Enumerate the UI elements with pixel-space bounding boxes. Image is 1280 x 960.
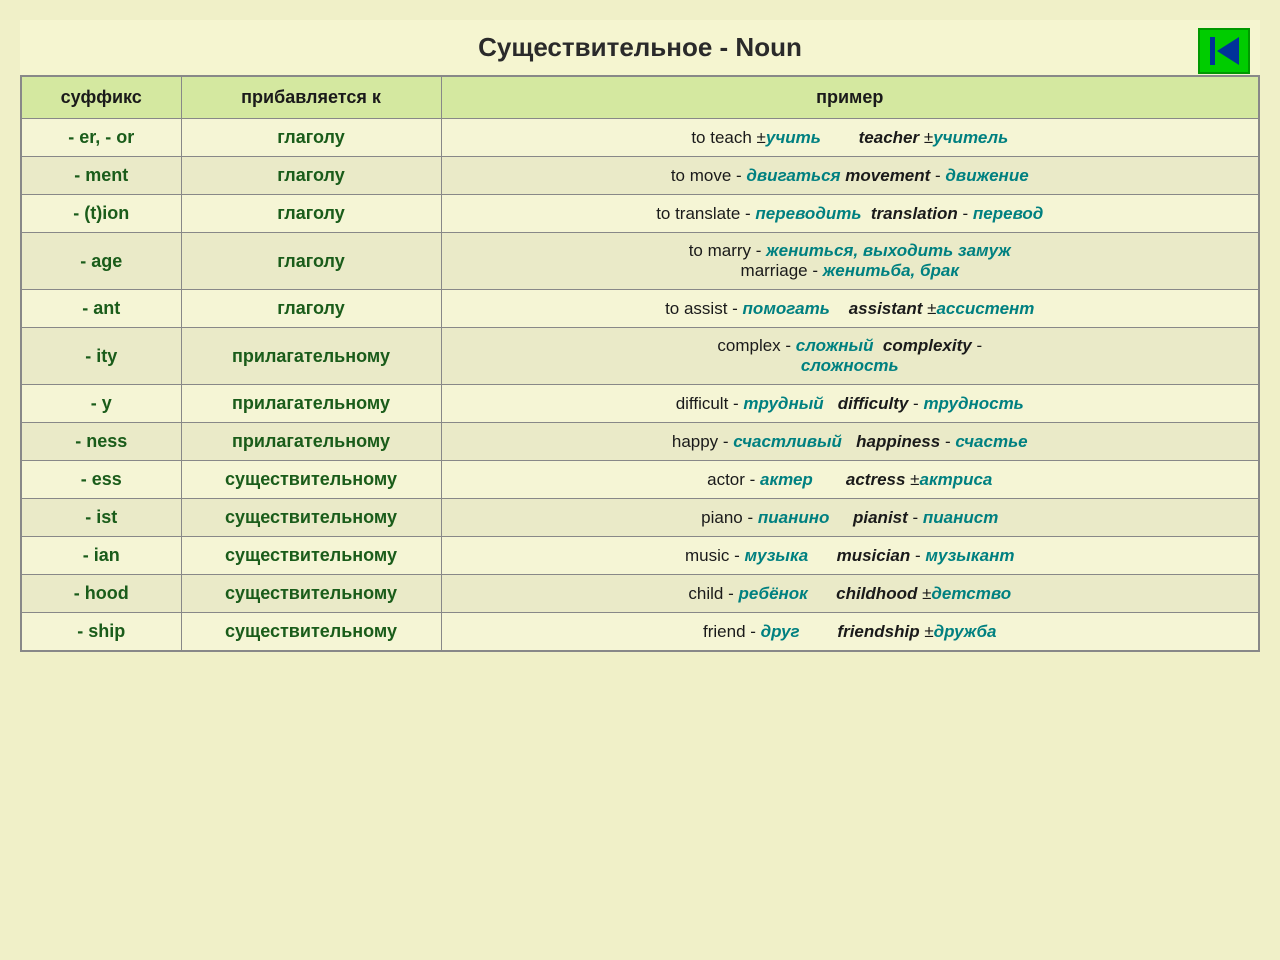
table-row: - ianсуществительномуmusic - музыка musi… [21, 537, 1259, 575]
cell-added-to: глаголу [181, 290, 441, 328]
cell-added-to: глаголу [181, 195, 441, 233]
cell-example: happy - счастливый happiness - счастье [441, 423, 1259, 461]
cell-added-to: глаголу [181, 233, 441, 290]
nav-arrow-icon [1217, 37, 1239, 65]
cell-example: actor - актер actress ±актриса [441, 461, 1259, 499]
page-wrapper: Существительное - Noun суффикс прибавляе… [20, 20, 1260, 652]
cell-example: to assist - помогать assistant ±ассистен… [441, 290, 1259, 328]
table-row: - er, - orглаголуto teach ±учить teacher… [21, 119, 1259, 157]
col-header-example: пример [441, 76, 1259, 119]
cell-suffix: - y [21, 385, 181, 423]
noun-suffixes-table: суффикс прибавляется к пример - er, - or… [20, 75, 1260, 652]
col-header-added-to: прибавляется к [181, 76, 441, 119]
nav-back-button[interactable] [1198, 28, 1250, 74]
cell-suffix: - ant [21, 290, 181, 328]
header: Существительное - Noun [20, 20, 1260, 75]
cell-suffix: - ment [21, 157, 181, 195]
cell-example: to marry - жениться, выходить замужmarri… [441, 233, 1259, 290]
cell-suffix: - (t)ion [21, 195, 181, 233]
cell-suffix: - hood [21, 575, 181, 613]
cell-suffix: - ist [21, 499, 181, 537]
table-header-row: суффикс прибавляется к пример [21, 76, 1259, 119]
cell-suffix: - er, - or [21, 119, 181, 157]
cell-added-to: существительному [181, 613, 441, 652]
cell-suffix: - ship [21, 613, 181, 652]
cell-example: child - ребёнок childhood ±детство [441, 575, 1259, 613]
cell-example: friend - друг friendship ±дружба [441, 613, 1259, 652]
cell-added-to: существительному [181, 537, 441, 575]
nav-bar-icon [1210, 37, 1215, 65]
cell-added-to: глаголу [181, 157, 441, 195]
page-title: Существительное - Noun [478, 32, 802, 63]
cell-added-to: существительному [181, 575, 441, 613]
table-row: - mentглаголуto move - двигаться movemen… [21, 157, 1259, 195]
cell-example: difficult - трудный difficulty - труднос… [441, 385, 1259, 423]
table-row: - (t)ionглаголуto translate - переводить… [21, 195, 1259, 233]
table-row: - shipсуществительномуfriend - друг frie… [21, 613, 1259, 652]
table-row: - istсуществительномуpiano - пианино pia… [21, 499, 1259, 537]
cell-example: music - музыка musician - музыкант [441, 537, 1259, 575]
cell-example: to teach ±учить teacher ±учитель [441, 119, 1259, 157]
table-row: - ageглаголуto marry - жениться, выходит… [21, 233, 1259, 290]
cell-added-to: глаголу [181, 119, 441, 157]
table-row: - nessприлагательномуhappy - счастливый … [21, 423, 1259, 461]
cell-example: complex - сложный complexity -сложность [441, 328, 1259, 385]
table-row: - antглаголуto assist - помогать assista… [21, 290, 1259, 328]
cell-suffix: - ness [21, 423, 181, 461]
table-body: - er, - orглаголуto teach ±учить teacher… [21, 119, 1259, 652]
cell-example: piano - пианино pianist - пианист [441, 499, 1259, 537]
cell-suffix: - ess [21, 461, 181, 499]
cell-suffix: - ity [21, 328, 181, 385]
table-row: - hoodсуществительномуchild - ребёнок ch… [21, 575, 1259, 613]
col-header-suffix: суффикс [21, 76, 181, 119]
cell-added-to: прилагательному [181, 423, 441, 461]
cell-added-to: прилагательному [181, 385, 441, 423]
cell-suffix: - ian [21, 537, 181, 575]
cell-added-to: существительному [181, 499, 441, 537]
cell-example: to translate - переводить translation - … [441, 195, 1259, 233]
cell-suffix: - age [21, 233, 181, 290]
table-row: - ityприлагательномуcomplex - сложный co… [21, 328, 1259, 385]
cell-added-to: прилагательному [181, 328, 441, 385]
table-row: - essсуществительномуactor - актер actre… [21, 461, 1259, 499]
cell-example: to move - двигаться movement - движение [441, 157, 1259, 195]
cell-added-to: существительному [181, 461, 441, 499]
table-row: - yприлагательномуdifficult - трудный di… [21, 385, 1259, 423]
